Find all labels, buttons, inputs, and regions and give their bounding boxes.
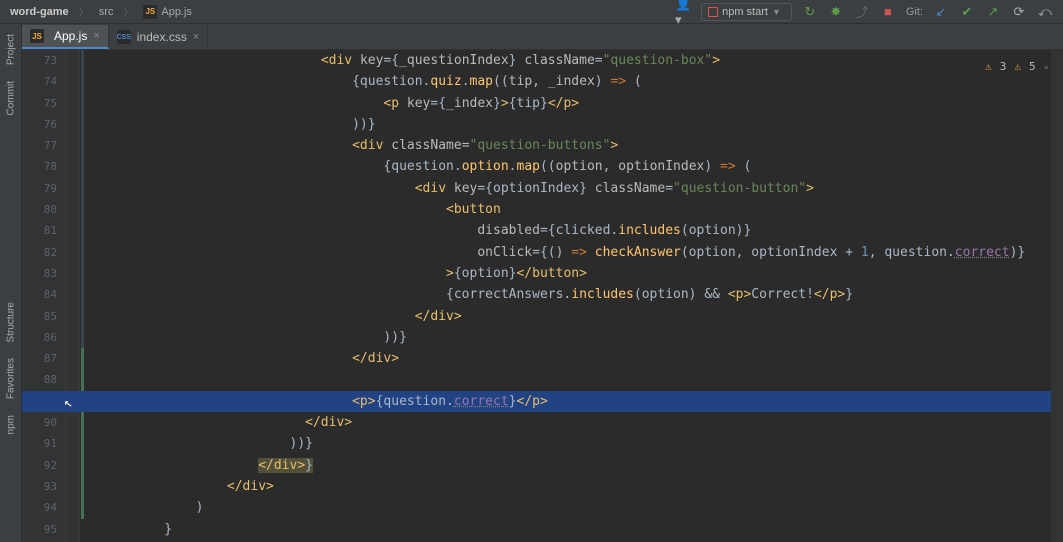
sidebar-item-commit[interactable]: Commit	[0, 73, 22, 123]
line-number[interactable]: 95	[22, 519, 57, 540]
code-line[interactable]: )	[86, 497, 1045, 518]
line-number[interactable]: 85	[22, 306, 57, 327]
coverage-icon[interactable]: ⤴	[854, 4, 870, 20]
code-line[interactable]: <div key={_questionIndex} className="que…	[86, 50, 1045, 71]
warning-icon: ⚠	[1014, 56, 1021, 77]
code-line[interactable]: </div>	[86, 306, 1045, 327]
code-line[interactable]: <p key={_index}>{tip}</p>	[86, 93, 1045, 114]
code-line[interactable]: </div>	[86, 476, 1045, 497]
run-config-selector[interactable]: npm start ▼	[701, 3, 792, 21]
sidebar-item-structure[interactable]: Structure	[0, 294, 22, 351]
sidebar-item-npm[interactable]: npm	[0, 407, 22, 442]
line-number[interactable]: 90	[22, 412, 57, 433]
vcs-change-marker[interactable]	[81, 348, 84, 518]
debug-icon[interactable]: ✸	[828, 4, 844, 20]
code-line[interactable]: {question.option.map((option, optionInde…	[86, 156, 1045, 177]
npm-icon	[708, 7, 718, 17]
code-content[interactable]: <div key={_questionIndex} className="que…	[86, 50, 1045, 542]
git-update-icon[interactable]: ↙	[933, 4, 949, 20]
code-line[interactable]: <div className="question-buttons">	[86, 135, 1045, 156]
breadcrumb-folder[interactable]: src	[93, 4, 120, 20]
line-number[interactable]: 83	[22, 263, 57, 284]
nav-bar: word-game 〉 src 〉 JS App.js 👤▾ npm start…	[0, 0, 1063, 24]
breadcrumb-project[interactable]: word-game	[4, 4, 75, 20]
left-tool-strip: Project Commit Structure Favorites npm	[0, 24, 22, 542]
line-number[interactable]: 87	[22, 348, 57, 369]
code-line[interactable]: >{option}</button>	[86, 263, 1045, 284]
close-icon[interactable]: ×	[193, 31, 199, 43]
line-number[interactable]: 78	[22, 156, 57, 177]
code-line[interactable]: disabled={clicked.includes(option)}	[86, 220, 1045, 241]
warning-icon: ⚠	[985, 56, 992, 77]
line-number[interactable]: 91	[22, 433, 57, 454]
user-icon[interactable]: 👤▾	[675, 4, 691, 20]
chevron-right-icon: 〉	[77, 4, 91, 19]
line-number[interactable]: 79	[22, 178, 57, 199]
stop-icon[interactable]: ■	[880, 4, 896, 20]
tab-label: index.css	[137, 30, 187, 44]
code-line[interactable]: ))}	[86, 433, 1045, 454]
line-number[interactable]: 73	[22, 50, 57, 71]
tab-label: App.js	[54, 29, 87, 43]
tab-app-js[interactable]: JS App.js ×	[22, 25, 109, 49]
js-file-icon: JS	[143, 5, 157, 19]
vcs-change-marker[interactable]	[81, 50, 84, 348]
code-line[interactable]: onClick={() => checkAnswer(option, optio…	[86, 242, 1045, 263]
code-line[interactable]: ))}	[86, 327, 1045, 348]
code-line[interactable]: }	[86, 519, 1045, 540]
run-config-label: npm start	[722, 6, 768, 18]
chevron-down-icon: ▼	[772, 7, 781, 17]
error-stripe[interactable]	[1051, 50, 1063, 542]
line-number[interactable]: 86	[22, 327, 57, 348]
toolbar-right: 👤▾ npm start ▼ ↻ ✸ ⤴ ■ Git: ↙ ✔ ↗ ⟳ ⤺	[675, 3, 1063, 21]
breadcrumb: word-game 〉 src 〉 JS App.js	[0, 3, 675, 21]
line-number[interactable]: 76	[22, 114, 57, 135]
line-number[interactable]: 93	[22, 476, 57, 497]
revert-icon[interactable]: ⤺	[1037, 4, 1053, 20]
tab-index-css[interactable]: CSS index.css ×	[109, 25, 208, 49]
breadcrumb-file-label: App.js	[161, 6, 192, 18]
line-number[interactable]: 82	[22, 242, 57, 263]
code-line[interactable]	[86, 369, 1045, 390]
line-number[interactable]: 81	[22, 220, 57, 241]
line-number[interactable]: 74	[22, 71, 57, 92]
sidebar-item-favorites[interactable]: Favorites	[0, 350, 22, 407]
code-line[interactable]: </div>	[86, 412, 1045, 433]
code-line[interactable]: </div>	[86, 348, 1045, 369]
code-line[interactable]: <div key={optionIndex} className="questi…	[86, 178, 1045, 199]
code-line[interactable]: ))}	[86, 114, 1045, 135]
line-number[interactable]: 88	[22, 369, 57, 390]
run-icon[interactable]: ↻	[802, 4, 818, 20]
line-number-gutter[interactable]: 7374757677787980818283848586878889909192…	[22, 50, 66, 542]
code-line[interactable]: <button	[86, 199, 1045, 220]
code-line[interactable]: </div>}	[86, 455, 1045, 476]
css-file-icon: CSS	[117, 30, 131, 44]
inspection-widget[interactable]: ⚠ 3 ⚠ 5 ⌄	[985, 56, 1049, 77]
line-number[interactable]: 77	[22, 135, 57, 156]
chevron-down-icon: ⌄	[1044, 56, 1049, 77]
chevron-right-icon: 〉	[121, 4, 135, 19]
line-number[interactable]: 75	[22, 93, 57, 114]
code-line[interactable]: <p>{question.correct}</p>	[86, 391, 1045, 412]
code-line[interactable]: {question.quiz.map((tip, _index) => (	[86, 71, 1045, 92]
fold-column[interactable]	[66, 50, 80, 542]
line-number[interactable]: 84	[22, 284, 57, 305]
code-line[interactable]: {correctAnswers.includes(option) && <p>C…	[86, 284, 1045, 305]
sidebar-item-project[interactable]: Project	[0, 26, 22, 73]
code-editor[interactable]: 7374757677787980818283848586878889909192…	[22, 50, 1063, 542]
line-number[interactable]: 80	[22, 199, 57, 220]
git-commit-icon[interactable]: ✔	[959, 4, 975, 20]
editor-tabs: JS App.js × CSS index.css ×	[22, 24, 1063, 50]
line-number[interactable]: 92	[22, 455, 57, 476]
line-number[interactable]: 94	[22, 497, 57, 518]
history-icon[interactable]: ⟳	[1011, 4, 1027, 20]
git-push-icon[interactable]: ↗	[985, 4, 1001, 20]
close-icon[interactable]: ×	[93, 30, 99, 42]
warning-count-a: 3	[1000, 56, 1007, 77]
js-file-icon: JS	[30, 29, 44, 43]
breadcrumb-file[interactable]: JS App.js	[137, 3, 198, 21]
warning-count-b: 5	[1029, 56, 1036, 77]
git-label: Git:	[906, 6, 923, 18]
